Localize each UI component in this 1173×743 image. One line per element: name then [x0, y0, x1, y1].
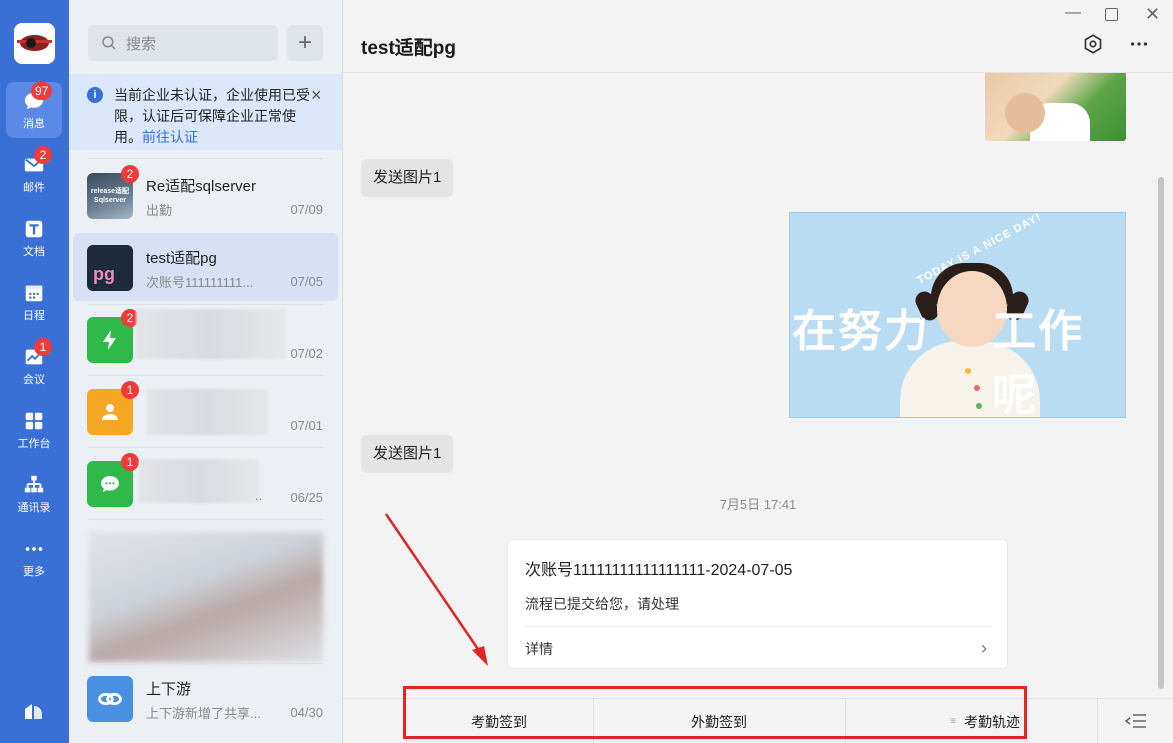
nav-label: 通讯录: [17, 502, 51, 514]
card-description: 流程已提交给您，请处理: [525, 596, 679, 612]
verification-notice: i 当前企业未认证，企业使用已受限，认证后可保障企业正常使用。前往认证 ×: [69, 74, 342, 150]
nav-label: 工作台: [17, 438, 51, 450]
app-avatar: [87, 676, 133, 722]
image-message-partial[interactable]: [985, 73, 1126, 141]
menu-collapse-icon[interactable]: [1124, 711, 1148, 731]
close-icon[interactable]: ×: [311, 86, 322, 104]
divider: [88, 519, 323, 520]
avatar-text: release适配 Sqlserver: [90, 188, 130, 204]
conversation-panel: 搜索 + i 当前企业未认证，企业使用已受限，认证后可保障企业正常使用。前往认证…: [69, 0, 343, 743]
conversation-date: 07/01: [290, 418, 323, 433]
nav-item-more[interactable]: 更多: [6, 530, 62, 586]
unread-badge: 97: [31, 82, 53, 100]
workflow-card[interactable]: 次账号11111111111111111-2024-07-05 流程已提交给您，…: [507, 539, 1008, 669]
unread-badge: 1: [34, 338, 52, 356]
conversation-item[interactable]: 1 07/01: [73, 377, 338, 445]
blurred-conversations: [89, 532, 323, 662]
search-placeholder: 搜索: [126, 35, 157, 53]
conversation-date: 04/30: [290, 705, 323, 720]
conversation-date: 07/09: [290, 202, 323, 217]
card-title: 次账号11111111111111111-2024-07-05: [525, 562, 793, 579]
left-nav-rail: 消息 97 邮件 2 文档 日程 会议 1 工作台 通讯录 更多: [0, 0, 69, 743]
chat-scrollbar[interactable]: [1158, 177, 1164, 689]
chat-title: test适配pg: [361, 38, 457, 59]
verify-link[interactable]: 前往认证: [142, 129, 198, 145]
conversation-item[interactable]: 1 .. 06/25: [73, 449, 338, 517]
conversation-date: 07/02: [290, 346, 323, 361]
conversation-name: Re适配sqlserver: [146, 178, 257, 195]
person-icon: [102, 404, 118, 420]
chevron-right-icon[interactable]: ›: [981, 638, 987, 659]
link-icon: [98, 692, 122, 706]
nav-label: 会议: [23, 374, 45, 386]
info-icon: i: [87, 87, 103, 103]
card-detail-link[interactable]: 详情: [525, 639, 553, 659]
image-caption-right: 工作呢: [992, 306, 1084, 418]
add-button[interactable]: +: [287, 25, 323, 61]
maximize-icon[interactable]: [1105, 8, 1118, 21]
divider: [88, 375, 323, 376]
search-icon: [102, 36, 116, 50]
conversation-name: 上下游: [146, 681, 192, 698]
conversation-item[interactable]: release适配 Sqlserver 2 Re适配sqlserver 出勤 0…: [73, 161, 338, 229]
nav-label: 消息: [23, 118, 45, 130]
chat-icon: [101, 476, 119, 492]
highlight-box: [403, 686, 1027, 739]
conversation-name: test适配pg: [146, 250, 217, 267]
document-icon: [25, 220, 43, 238]
workbench-icon: [25, 412, 43, 430]
divider: [88, 447, 323, 448]
unread-badge: 2: [121, 165, 139, 183]
text-message[interactable]: 发送图片1: [361, 435, 454, 473]
conversation-item[interactable]: 2 07/02: [73, 305, 338, 373]
nav-item-calendar[interactable]: 日程: [6, 274, 62, 330]
conversation-preview: 上下游新增了共享...: [146, 706, 261, 721]
nav-item-mail[interactable]: 邮件 2: [6, 146, 62, 202]
unread-badge: 1: [121, 453, 139, 471]
conversation-preview: 次账号111111111...: [146, 275, 254, 290]
group-avatar: pg: [87, 245, 133, 291]
blurred-content: [146, 389, 268, 435]
conversation-item-active[interactable]: pg test适配pg 次账号111111111... 07/05: [73, 233, 338, 301]
minimize-icon[interactable]: —: [1065, 4, 1081, 22]
contacts-icon: [24, 475, 44, 493]
close-window-icon[interactable]: ✕: [1145, 4, 1160, 25]
nav-item-docs[interactable]: 文档: [6, 210, 62, 266]
blurred-content: [139, 459, 259, 503]
nav-label: 更多: [23, 566, 45, 578]
lightning-icon: [103, 330, 116, 350]
blurred-content: [136, 309, 286, 359]
conversation-date: 07/05: [290, 274, 323, 289]
image-message[interactable]: TODAY IS A NICE DAY! 在努力 工作呢: [789, 212, 1126, 418]
annotation-arrow: [384, 513, 488, 666]
settings-hexagon-icon[interactable]: [1082, 33, 1104, 55]
nav-item-meeting[interactable]: 会议 1: [6, 338, 62, 394]
image-caption-left: 在努力: [792, 306, 930, 357]
plus-icon: +: [297, 29, 312, 56]
more-options-icon[interactable]: [1128, 33, 1150, 55]
nav-label: 日程: [23, 310, 45, 322]
more-icon: [25, 547, 43, 551]
app-brand-icon[interactable]: [22, 698, 46, 722]
toolbar-separator: [1097, 699, 1098, 743]
card-divider: [525, 626, 992, 627]
org-logo[interactable]: [14, 23, 55, 64]
conversation-item[interactable]: 上下游 上下游新增了共享... 04/30: [73, 664, 338, 732]
text-message[interactable]: 发送图片1: [361, 159, 454, 197]
nav-label: 邮件: [23, 182, 45, 194]
unread-badge: 1: [121, 381, 139, 399]
conversation-preview: 出勤: [146, 203, 173, 218]
divider: [88, 158, 323, 159]
nav-item-contacts[interactable]: 通讯录: [6, 466, 62, 522]
nav-item-workbench[interactable]: 工作台: [6, 402, 62, 458]
unread-badge: 2: [34, 146, 52, 164]
nav-item-messages[interactable]: 消息 97: [6, 82, 62, 138]
calendar-icon: [25, 285, 43, 302]
nav-label: 文档: [23, 246, 45, 258]
avatar-text: pg: [93, 264, 115, 284]
conversation-date: 06/25: [290, 490, 323, 505]
search-input[interactable]: 搜索: [88, 25, 278, 61]
